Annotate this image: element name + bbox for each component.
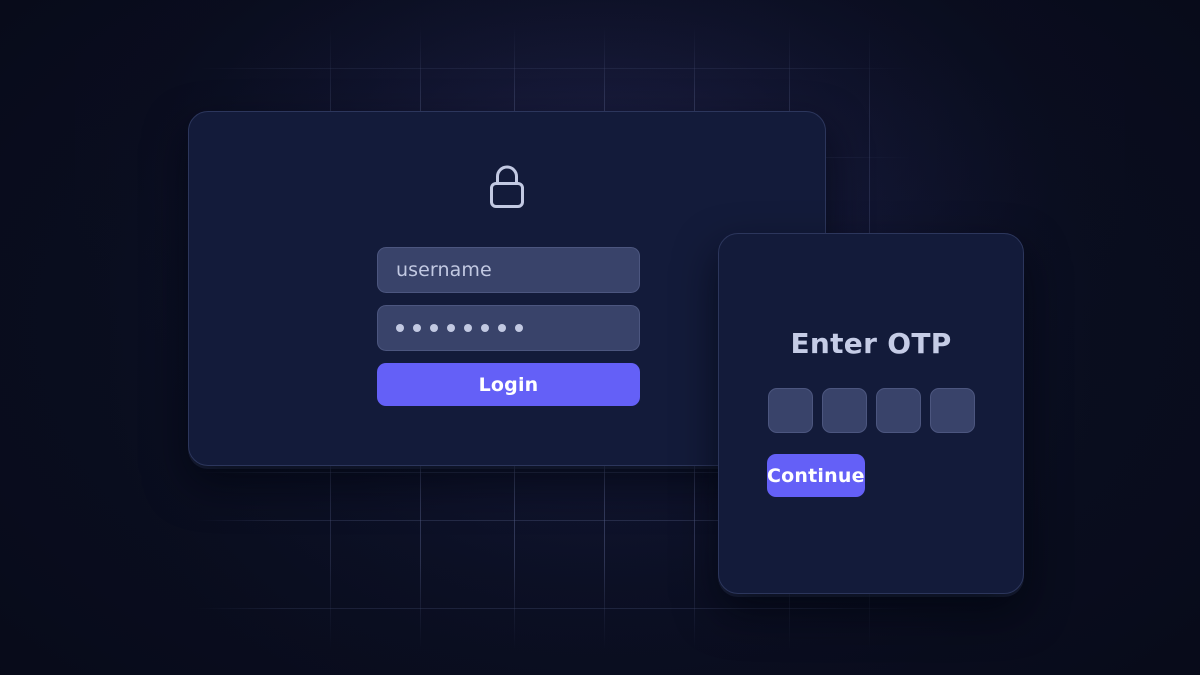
username-placeholder: username	[396, 259, 492, 281]
otp-digit-input-4[interactable]	[929, 388, 975, 433]
otp-card: Enter OTP Continue	[718, 233, 1024, 594]
login-form: username Login	[377, 247, 640, 406]
password-dots	[396, 324, 523, 332]
password-dot	[498, 324, 506, 332]
otp-digit-input-2[interactable]	[821, 388, 867, 433]
lock-icon	[486, 163, 528, 211]
password-dot	[464, 324, 472, 332]
password-dot	[515, 324, 523, 332]
continue-button[interactable]: Continue	[767, 454, 865, 497]
password-dot	[413, 324, 421, 332]
otp-input-group	[719, 388, 1023, 433]
login-button[interactable]: Login	[377, 363, 640, 406]
scene-backdrop: username Login Enter OTP Continue	[0, 0, 1200, 675]
otp-digit-input-1[interactable]	[767, 388, 813, 433]
password-dot	[430, 324, 438, 332]
password-dot	[447, 324, 455, 332]
password-input[interactable]	[377, 305, 640, 351]
otp-digit-input-3[interactable]	[875, 388, 921, 433]
otp-button-wrapper: Continue	[767, 454, 977, 497]
password-dot	[396, 324, 404, 332]
password-dot	[481, 324, 489, 332]
otp-title: Enter OTP	[790, 327, 952, 360]
username-input[interactable]: username	[377, 247, 640, 293]
lock-icon-wrapper	[189, 163, 825, 211]
